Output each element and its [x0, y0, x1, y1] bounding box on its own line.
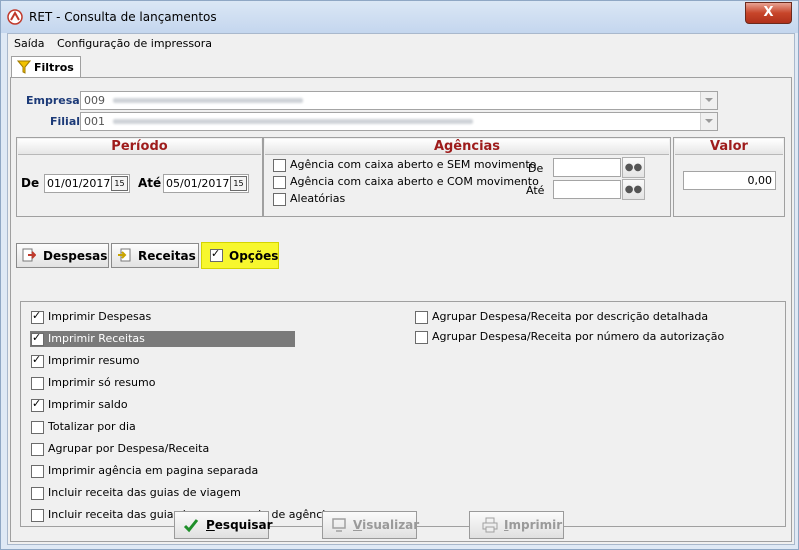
periodo-de-field[interactable]: 01/01/2017 15 [44, 174, 130, 193]
visualizar-label: isualizar [362, 518, 420, 532]
tab-strip: Filtros [8, 53, 794, 79]
agencia-aleatorias-checkbox[interactable] [273, 193, 286, 206]
option-left-label: Imprimir Despesas [48, 310, 152, 323]
agencia-sem-movimento-label: Agência com caixa aberto e SEM movimento [290, 158, 537, 171]
client-area: Saída Configuração de impressora Filtros… [7, 33, 795, 545]
imprimir-button[interactable]: Imprimir [469, 511, 564, 539]
app-logo-icon [7, 9, 23, 25]
option-left-checkbox[interactable] [31, 487, 44, 500]
filter-icon [17, 60, 31, 74]
calendar-icon[interactable]: 15 [111, 176, 128, 191]
receitas-label: Receitas [138, 249, 196, 263]
app-window: RET - Consulta de lançamentos X Saída Co… [0, 0, 799, 550]
monitor-icon [332, 518, 346, 532]
visualizar-button[interactable]: Visualizar [322, 511, 420, 539]
tab-filtros[interactable]: Filtros [11, 56, 81, 77]
periodo-de-label: De [21, 176, 40, 190]
agencia-com-movimento-checkbox[interactable] [273, 176, 286, 189]
option-left-label: Agrupar por Despesa/Receita [48, 442, 210, 455]
agencias-group: Agências Agência com caixa aberto e SEM … [263, 137, 671, 217]
valor-field[interactable]: 0,00 [683, 171, 776, 190]
option-left-label: Imprimir agência em pagina separada [48, 464, 259, 477]
option-left-checkbox[interactable] [31, 509, 44, 522]
visualizar-accel: V [353, 518, 363, 532]
title-bar: RET - Consulta de lançamentos X [1, 1, 798, 33]
opcoes-button[interactable]: Opções [201, 242, 279, 269]
valor-group: Valor 0,00 [673, 137, 785, 217]
agencia-aleatorias-label: Aleatórias [290, 192, 346, 205]
receitas-button[interactable]: Receitas [111, 243, 199, 268]
opcoes-label: Opções [229, 249, 279, 263]
tab-filtros-label: Filtros [34, 61, 74, 74]
option-left-label: Imprimir resumo [48, 354, 140, 367]
calendar-icon[interactable]: 15 [230, 176, 247, 191]
option-left-label: Imprimir só resumo [48, 376, 156, 389]
opcoes-check-icon [210, 247, 223, 262]
option-right-checkbox[interactable] [415, 311, 428, 324]
receitas-icon [118, 248, 131, 262]
option-left-checkbox[interactable] [31, 377, 44, 390]
option-left-checkbox[interactable] [31, 421, 44, 434]
chevron-down-icon[interactable] [700, 92, 717, 109]
printer-icon [482, 517, 498, 533]
empresa-value: 009 [84, 94, 105, 107]
option-right-label: Agrupar Despesa/Receita por número da au… [432, 330, 725, 343]
menu-bar: Saída Configuração de impressora [8, 34, 794, 53]
menu-item-saida[interactable]: Saída [14, 37, 45, 50]
menu-item-configuracao[interactable]: Configuração de impressora [57, 37, 212, 50]
empresa-redacted [113, 98, 303, 103]
checkmark-icon [183, 519, 199, 533]
option-left-checkbox[interactable] [31, 331, 44, 346]
periodo-de-value: 01/01/2017 [47, 177, 111, 190]
agencia-ate-field[interactable] [553, 180, 621, 199]
periodo-ate-field[interactable]: 05/01/2017 15 [163, 174, 249, 193]
despesas-icon [22, 248, 36, 262]
valor-title: Valor [675, 139, 783, 155]
option-left-checkbox[interactable] [31, 353, 44, 368]
option-left-label: Totalizar por dia [48, 420, 136, 433]
chevron-down-icon[interactable] [700, 113, 717, 130]
despesas-label: Despesas [43, 249, 108, 263]
option-left-label: Incluir receita das guias de viagem [48, 486, 241, 499]
pesquisar-label: esquisar [214, 518, 273, 532]
option-right-label: Agrupar Despesa/Receita por descrição de… [432, 310, 709, 323]
empresa-label: Empresa [26, 94, 80, 107]
option-left-checkbox[interactable] [31, 309, 44, 324]
periodo-ate-label: Até [138, 176, 162, 190]
option-left-checkbox[interactable] [31, 397, 44, 412]
agencia-de-field[interactable] [553, 158, 621, 177]
despesas-button[interactable]: Despesas [16, 243, 109, 268]
agencia-de-label: De [528, 162, 544, 175]
periodo-group: Período De 01/01/2017 15 Até 05/01/2017 … [16, 137, 263, 217]
binoculars-icon[interactable]: ●● [622, 157, 645, 178]
filial-redacted [113, 119, 473, 124]
periodo-title: Período [18, 139, 261, 155]
filial-value: 001 [84, 115, 105, 128]
periodo-ate-value: 05/01/2017 [166, 177, 230, 190]
imprimir-label: mprimir [508, 518, 563, 532]
agencia-com-movimento-label: Agência com caixa aberto e COM movimento [290, 175, 539, 188]
empresa-select[interactable]: 009 [80, 91, 718, 110]
filters-panel: Empresa 009 Filial 001 Período De 01/01/… [10, 77, 792, 542]
binoculars-icon[interactable]: ●● [622, 179, 645, 200]
filial-select[interactable]: 001 [80, 112, 718, 131]
opcoes-panel: Imprimir Despesas Imprimir Receitas Imprim… [20, 301, 786, 527]
option-left-checkbox[interactable] [31, 443, 44, 456]
close-button[interactable]: X [745, 2, 792, 24]
option-left-label: Imprimir Receitas [48, 332, 145, 345]
option-left-label: Imprimir saldo [48, 398, 128, 411]
agencias-title: Agências [265, 139, 669, 155]
filial-label: Filial [50, 115, 81, 128]
window-title: RET - Consulta de lançamentos [29, 10, 217, 24]
pesquisar-accel: P [206, 518, 215, 532]
valor-value: 0,00 [747, 174, 773, 187]
agencia-sem-movimento-checkbox[interactable] [273, 159, 286, 172]
agencia-ate-label: Até [526, 184, 545, 197]
pesquisar-button[interactable]: Pesquisar [174, 511, 272, 539]
option-right-checkbox[interactable] [415, 331, 428, 344]
option-left-checkbox[interactable] [31, 465, 44, 478]
